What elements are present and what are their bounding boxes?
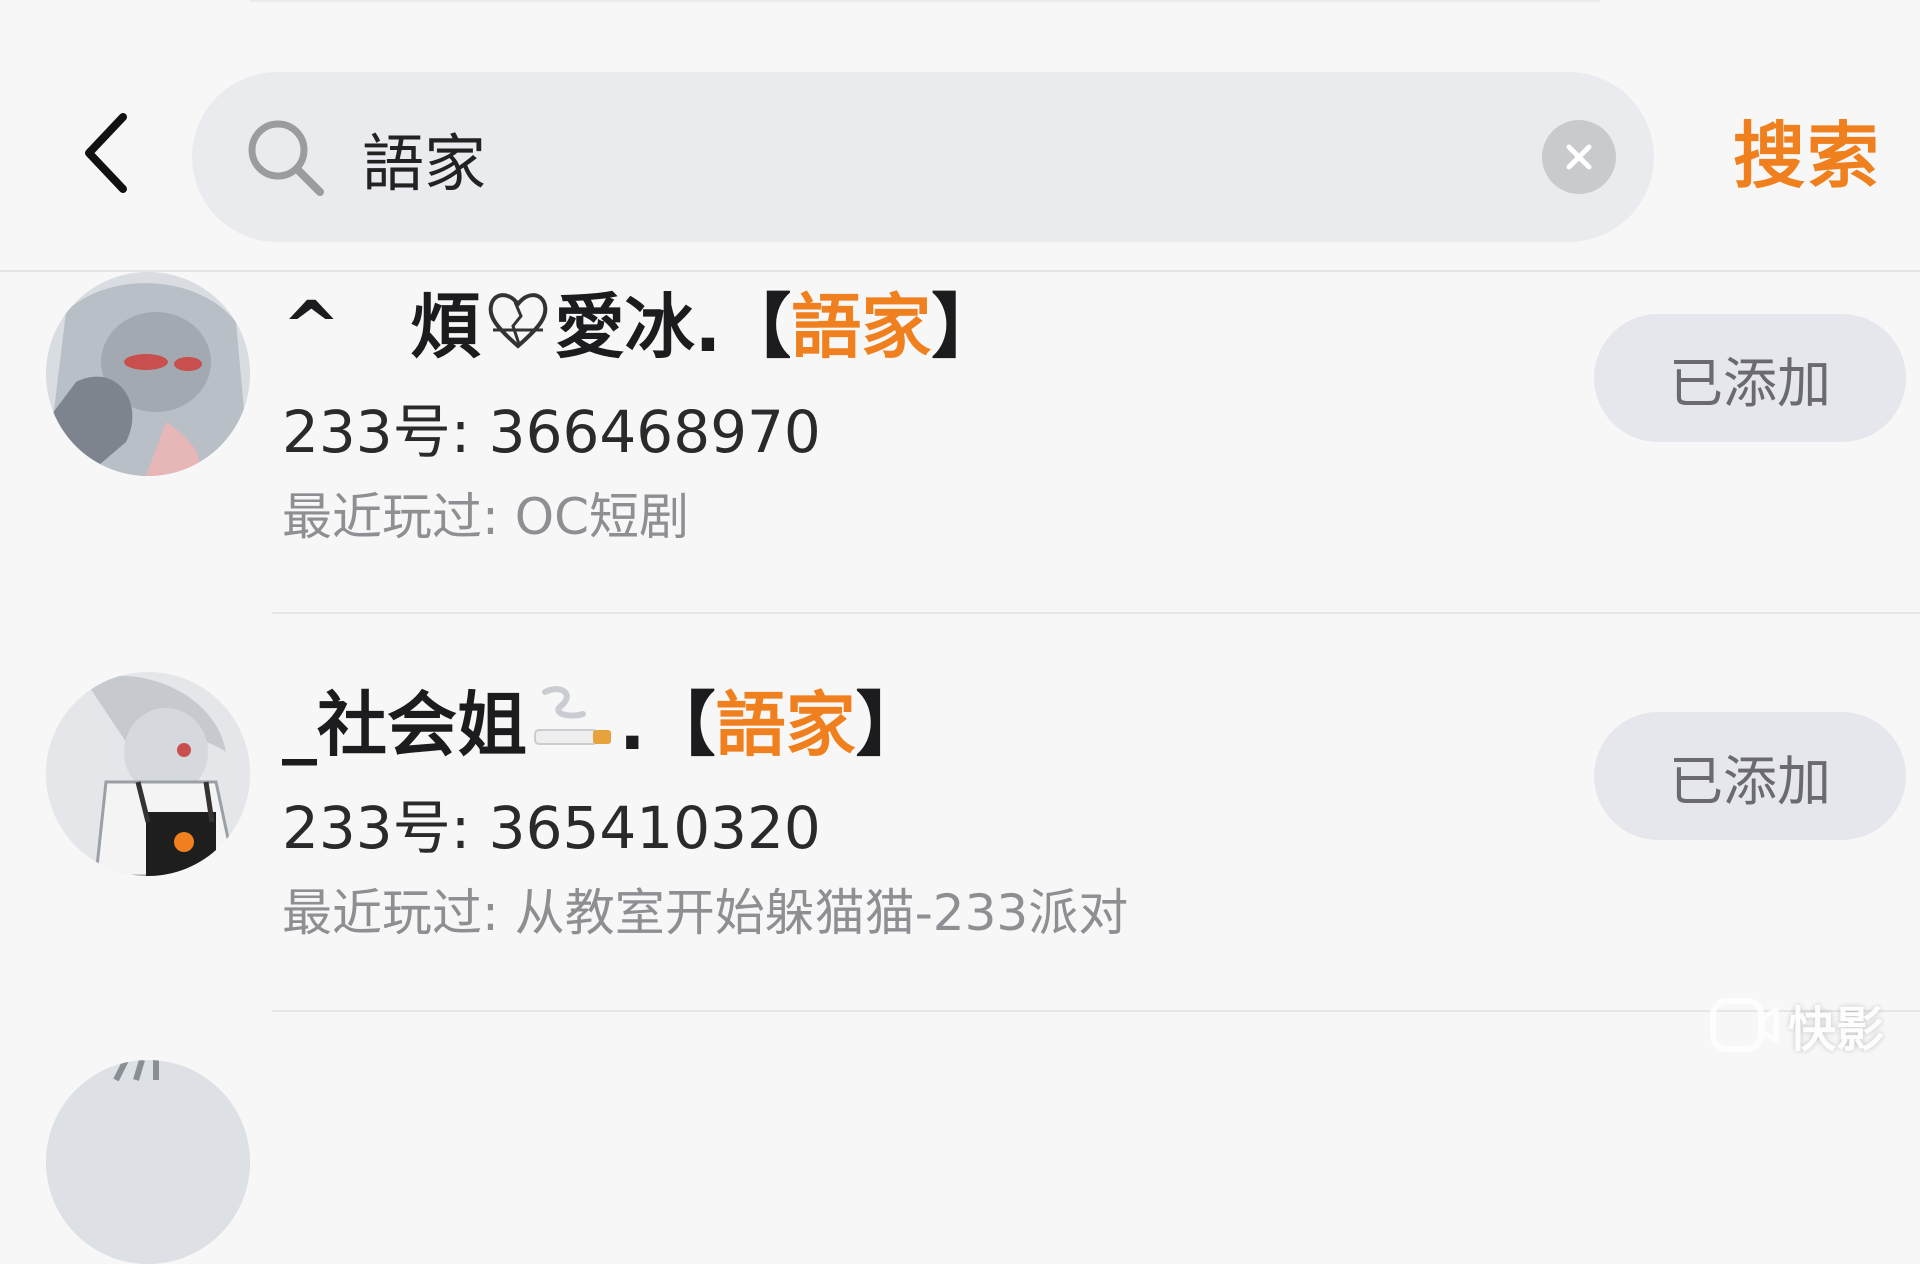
- broken-heart-icon: [485, 286, 551, 377]
- user-name-prefix: _社会姐: [282, 684, 527, 766]
- search-icon: [248, 120, 324, 196]
- chevron-left-icon: [85, 113, 127, 193]
- back-button[interactable]: [66, 108, 146, 198]
- row-divider: [272, 1010, 1920, 1012]
- user-name-suffix: 】: [855, 684, 926, 766]
- recently-played: 最近玩过: OC短剧: [282, 488, 690, 546]
- user-id: 233号: 366468970: [282, 398, 821, 466]
- avatar[interactable]: [46, 672, 250, 876]
- close-icon: [1566, 144, 1592, 170]
- cigarette-icon: [531, 684, 615, 775]
- clear-search-button[interactable]: [1542, 120, 1616, 194]
- watermark-text: 快影: [1788, 1002, 1885, 1058]
- kuaiying-watermark: 快影: [1710, 990, 1884, 1060]
- row-divider: [272, 612, 1920, 614]
- search-bar[interactable]: [192, 72, 1654, 242]
- avatar[interactable]: [46, 1060, 250, 1264]
- user-name-mid: .【: [619, 684, 716, 766]
- recently-played: 最近玩过: 从教室开始躲猫猫-233派对: [282, 884, 1129, 942]
- search-input[interactable]: [362, 110, 1482, 206]
- avatar[interactable]: [46, 272, 250, 476]
- added-button[interactable]: 已添加: [1594, 314, 1906, 442]
- user-id: 233号: 365410320: [282, 794, 821, 862]
- user-name: _社会姐 .【語家】: [282, 680, 926, 775]
- search-submit-button[interactable]: 搜索: [1733, 108, 1881, 204]
- added-button[interactable]: 已添加: [1594, 712, 1906, 840]
- search-header: 搜索: [0, 0, 1920, 272]
- name-keyword-highlight: 語家: [715, 684, 856, 766]
- user-name: ^ 煩愛冰.【語家】: [282, 282, 1001, 377]
- name-keyword-highlight: 語家: [791, 286, 932, 368]
- kuaiying-logo-icon: [1710, 998, 1779, 1052]
- user-name-prefix: ^ 煩: [282, 286, 481, 368]
- user-result-item[interactable]: _社会姐 .【語家】 233号: 365410320 最近玩过: 从教室开始躲猫猫…: [0, 670, 1920, 1068]
- avatar-image: [46, 672, 250, 876]
- user-result-item[interactable]: ^ 煩愛冰.【語家】 233号: 366468970 最近玩过: OC短剧 已添…: [0, 272, 1920, 670]
- user-name-mid: 愛冰.【: [554, 286, 792, 368]
- avatar-image: [46, 272, 250, 476]
- avatar-image: [46, 1060, 250, 1264]
- user-name-suffix: 】: [931, 286, 1002, 368]
